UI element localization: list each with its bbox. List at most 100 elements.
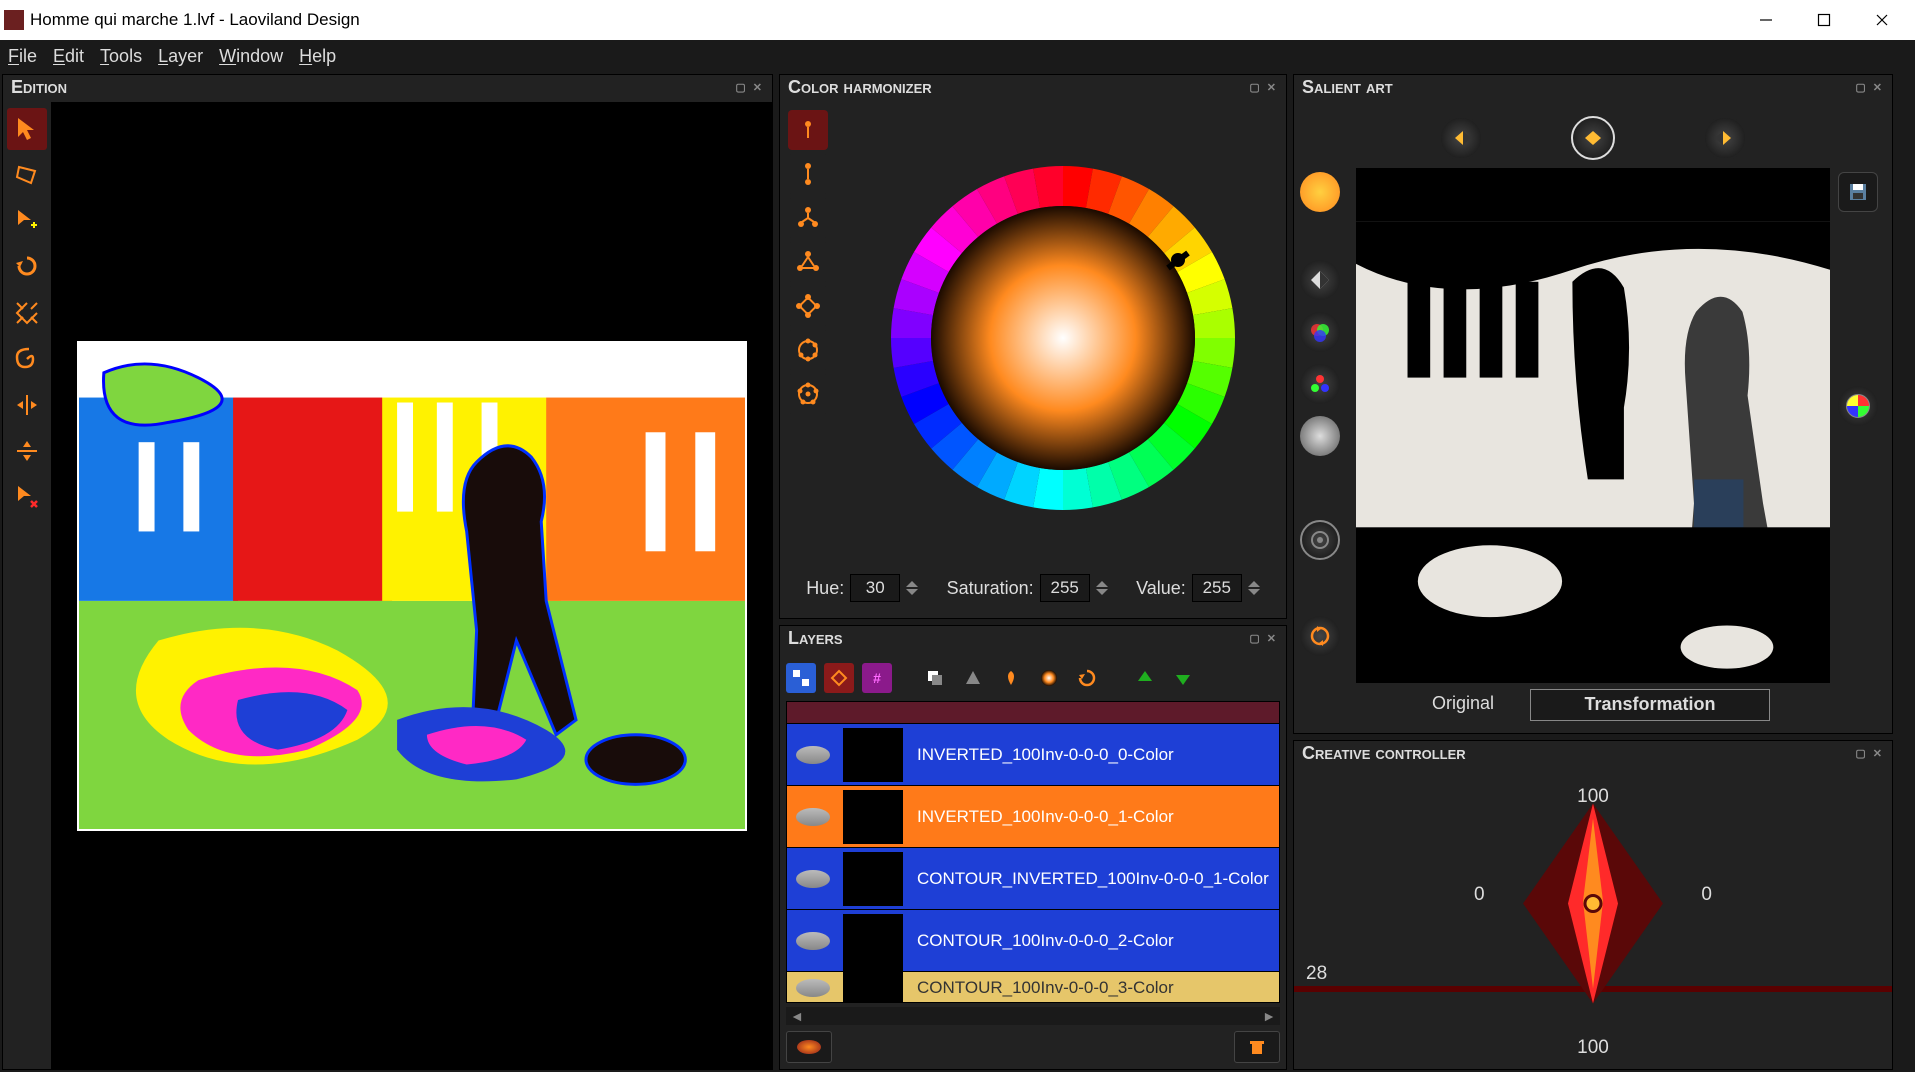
layer-visibility[interactable] [787, 786, 839, 847]
menu-tools[interactable]: Tools [100, 46, 142, 67]
color-wheel[interactable] [848, 110, 1278, 566]
panel-controls-icon[interactable]: ▢ ✕ [735, 81, 764, 94]
hue-spinner[interactable] [906, 581, 918, 595]
layers-title: Layers [788, 628, 843, 649]
tool-flip-h[interactable] [7, 384, 47, 426]
layer-tool-duplicate[interactable] [920, 663, 950, 693]
layer-tool-merge[interactable] [824, 663, 854, 693]
salient-right-tools [1838, 168, 1886, 727]
panel-controls-icon[interactable]: ▢ ✕ [1249, 632, 1278, 645]
salient-rgb[interactable] [1300, 312, 1340, 352]
tool-move[interactable] [7, 200, 47, 242]
layer-tool-gradient[interactable] [1034, 663, 1064, 693]
hue-input[interactable] [850, 574, 900, 602]
salient-save[interactable] [1838, 172, 1878, 212]
panel-controls-icon[interactable]: ▢ ✕ [1855, 747, 1884, 760]
harmony-split[interactable] [788, 198, 828, 238]
salient-wheel[interactable] [1838, 386, 1878, 426]
tool-pointer[interactable] [7, 108, 47, 150]
layer-list[interactable]: INVERTED_100Inv-0-0-0_0-Color INVERTED_1… [786, 701, 1280, 1003]
edition-toolbar [3, 102, 51, 1069]
menu-help[interactable]: Help [299, 46, 336, 67]
salient-prev[interactable] [1439, 116, 1483, 160]
salient-target[interactable] [1300, 520, 1340, 560]
layer-thumbnail [843, 852, 903, 906]
saturation-input[interactable] [1040, 574, 1090, 602]
salient-refresh[interactable] [1300, 616, 1340, 656]
layer-delete-button[interactable] [1234, 1031, 1280, 1063]
layer-thumbnail [843, 728, 903, 782]
salient-contrast[interactable] [1300, 260, 1340, 300]
menu-edit[interactable]: Edit [53, 46, 84, 67]
harmony-square[interactable] [788, 286, 828, 326]
menu-window[interactable]: Window [219, 46, 283, 67]
canvas-area[interactable] [51, 102, 772, 1069]
layer-tool-group[interactable] [958, 663, 988, 693]
creative-panel: Creative controller ▢ ✕ 100 100 0 0 28 [1293, 740, 1893, 1070]
panel-controls-icon[interactable]: ▢ ✕ [1249, 81, 1278, 94]
creative-body[interactable]: 100 100 0 0 28 [1294, 768, 1892, 1069]
canvas[interactable] [77, 341, 747, 831]
tab-transformation[interactable]: Transformation [1530, 689, 1770, 721]
harmony-single[interactable] [788, 110, 828, 150]
app-icon [4, 10, 24, 30]
cc-right-label: 0 [1701, 884, 1712, 906]
minimize-button[interactable] [1737, 0, 1795, 40]
layer-thumbnail [843, 790, 903, 844]
layer-row[interactable]: CONTOUR_100Inv-0-0-0_3-Color [787, 972, 1279, 1003]
panel-controls-icon[interactable]: ▢ ✕ [1855, 81, 1884, 94]
layer-visibility[interactable] [787, 972, 839, 1003]
edition-panel: Edition ▢ ✕ [2, 74, 773, 1070]
layer-row[interactable]: INVERTED_100Inv-0-0-0_1-Color [787, 786, 1279, 848]
close-button[interactable] [1853, 0, 1911, 40]
salient-next[interactable] [1703, 116, 1747, 160]
salient-play[interactable] [1571, 116, 1615, 160]
layer-blend-button[interactable] [786, 1031, 832, 1063]
salient-grayscale[interactable] [1300, 416, 1340, 456]
value-spinner[interactable] [1248, 581, 1260, 595]
cc-diamond[interactable] [1503, 784, 1683, 1029]
layer-thumbnail [843, 961, 903, 1004]
layer-row-partial[interactable] [787, 702, 1279, 724]
layer-thumbnail [843, 914, 903, 968]
tool-spiral[interactable] [7, 338, 47, 380]
harmony-triadic[interactable] [788, 242, 828, 282]
layer-visibility[interactable] [787, 848, 839, 909]
tab-original[interactable]: Original [1416, 689, 1510, 721]
tool-delete-point[interactable] [7, 476, 47, 518]
tool-scale[interactable] [7, 292, 47, 334]
titlebar: Homme qui marche 1.lvf - Laoviland Desig… [0, 0, 1915, 40]
layer-row[interactable]: INVERTED_100Inv-0-0-0_0-Color [787, 724, 1279, 786]
layer-row[interactable]: CONTOUR_INVERTED_100Inv-0-0-0_1-Color [787, 848, 1279, 910]
salient-title: Salient art [1302, 77, 1393, 98]
tool-flip-v[interactable] [7, 430, 47, 472]
menu-file[interactable]: File [8, 46, 37, 67]
harmony-complementary[interactable] [788, 154, 828, 194]
tool-rotate[interactable] [7, 246, 47, 288]
salient-preview-image[interactable] [1356, 168, 1830, 683]
layer-tool-rotate[interactable] [1072, 663, 1102, 693]
layer-tool-paint[interactable] [996, 663, 1026, 693]
tool-lasso[interactable] [7, 154, 47, 196]
layer-name-label: CONTOUR_100Inv-0-0-0_2-Color [907, 931, 1279, 951]
layer-tool-down[interactable] [1168, 663, 1198, 693]
menu-layer[interactable]: Layer [158, 46, 203, 67]
value-input[interactable] [1192, 574, 1242, 602]
scroll-left-icon[interactable]: ◄ [790, 1008, 804, 1024]
harmony-custom[interactable] [788, 374, 828, 414]
layer-tool-showhide[interactable] [786, 663, 816, 693]
creative-title: Creative controller [1302, 743, 1466, 764]
layer-visibility[interactable] [787, 910, 839, 971]
layer-tool-up[interactable] [1130, 663, 1160, 693]
maximize-button[interactable] [1795, 0, 1853, 40]
edition-header: Edition ▢ ✕ [3, 75, 772, 102]
salient-fill[interactable] [1300, 172, 1340, 212]
salient-channels[interactable] [1300, 364, 1340, 404]
layer-visibility[interactable] [787, 724, 839, 785]
layer-scrollbar[interactable]: ◄ ► [786, 1007, 1280, 1025]
scroll-right-icon[interactable]: ► [1262, 1008, 1276, 1024]
harmony-analogous[interactable] [788, 330, 828, 370]
window-title: Homme qui marche 1.lvf - Laoviland Desig… [30, 10, 360, 30]
saturation-spinner[interactable] [1096, 581, 1108, 595]
layer-tool-effects[interactable]: # [862, 663, 892, 693]
